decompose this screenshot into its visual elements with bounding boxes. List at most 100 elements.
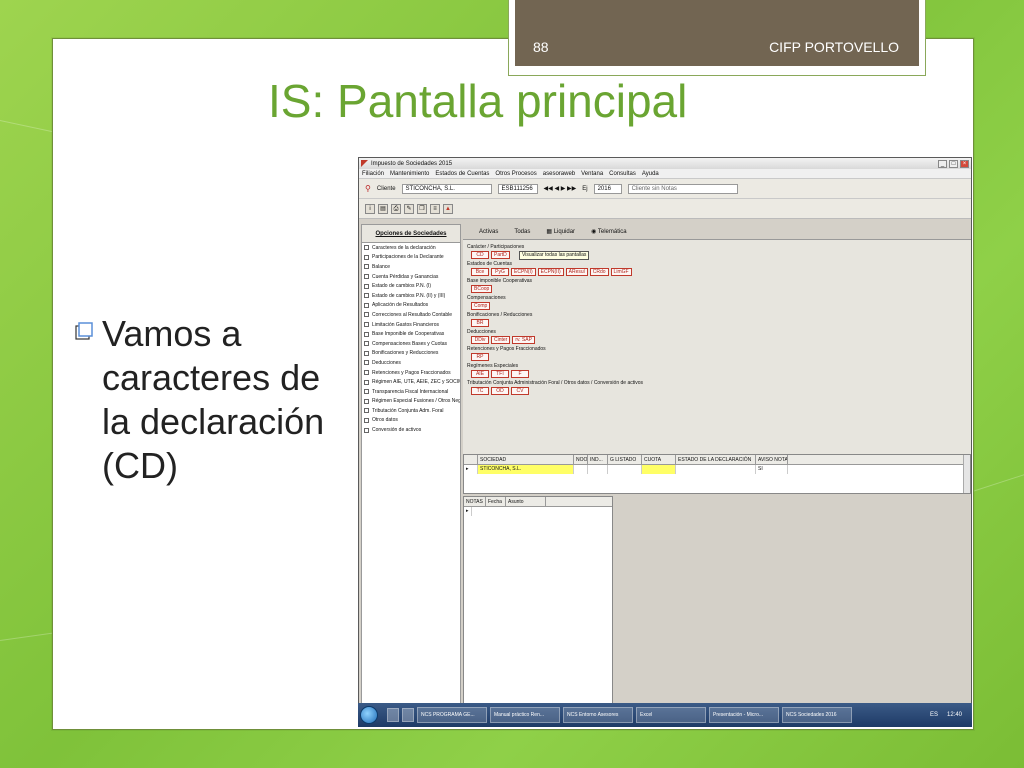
option-checkbox[interactable]	[364, 254, 369, 260]
screen-button[interactable]: DDiv	[471, 336, 489, 344]
option-checkbox[interactable]	[364, 389, 369, 395]
menu-item[interactable]: asesoraweb	[543, 171, 575, 177]
option-checkbox[interactable]	[364, 398, 369, 404]
option-checkbox[interactable]	[364, 312, 369, 318]
option-item[interactable]: Conversión de activos	[362, 425, 460, 435]
grid-scrollbar[interactable]	[963, 455, 970, 493]
option-item[interactable]: Bonificaciones y Reducciones	[362, 349, 460, 359]
option-item[interactable]: Caracteres de la declaración	[362, 243, 460, 253]
option-checkbox[interactable]	[364, 360, 369, 366]
option-item[interactable]: Cuenta Pérdidas y Ganancias	[362, 272, 460, 282]
screen-button[interactable]: TFI	[491, 370, 509, 378]
option-item[interactable]: Tributación Conjunta Adm. Foral	[362, 406, 460, 416]
option-checkbox[interactable]	[364, 379, 369, 385]
table-row[interactable]: ▸ STICONCHA, S.L. SI	[464, 465, 970, 474]
screen-button[interactable]: ECPN(II)	[537, 268, 564, 276]
tab-todas[interactable]: Todas	[514, 229, 530, 235]
option-checkbox[interactable]	[364, 245, 369, 251]
maximize-button[interactable]: □	[949, 159, 958, 168]
menu-item[interactable]: Otros Procesos	[495, 171, 536, 177]
screen-button[interactable]: rv. SAP	[512, 336, 535, 344]
menu-item[interactable]: Ventana	[581, 171, 603, 177]
menu-item[interactable]: Ayuda	[642, 171, 659, 177]
taskbar-item[interactable]: NCS Entorno Asesores	[563, 707, 633, 723]
year-field[interactable]: 2016	[593, 183, 622, 194]
client-label[interactable]: Cliente	[377, 186, 396, 192]
list-icon[interactable]: ≡	[430, 203, 440, 214]
liquidar-button[interactable]: ▦ Liquidar	[546, 228, 575, 235]
clock[interactable]: 12:40	[947, 712, 972, 718]
option-item[interactable]: Régimen Especial Fusiones / Otros Negoci…	[362, 397, 460, 407]
telematica-button[interactable]: ◉ Telemática	[591, 228, 626, 235]
option-item[interactable]: Balance	[362, 262, 460, 272]
screen-button[interactable]: PyG	[491, 268, 509, 276]
start-button[interactable]	[360, 706, 378, 724]
menu-item[interactable]: Mantenimiento	[390, 171, 429, 177]
screen-button[interactable]: TC	[471, 387, 489, 395]
option-item[interactable]: Otros datos	[362, 416, 460, 426]
grid-column-header[interactable]: CUOTA	[642, 455, 676, 464]
option-checkbox[interactable]	[364, 408, 369, 414]
option-checkbox[interactable]	[364, 427, 369, 433]
option-checkbox[interactable]	[364, 331, 369, 337]
client-name-field[interactable]: STICONCHA, S.L.	[401, 183, 492, 194]
grid-column-header[interactable]: SOCIEDAD	[478, 455, 574, 464]
option-item[interactable]: Compensaciones Bases y Cuotas	[362, 339, 460, 349]
screen-button[interactable]: Comp	[471, 302, 491, 310]
option-item[interactable]: Participaciones de la Declarante	[362, 253, 460, 263]
option-checkbox[interactable]	[364, 341, 369, 347]
option-checkbox[interactable]	[364, 322, 369, 328]
option-item[interactable]: Aplicación de Resultados	[362, 301, 460, 311]
nif-field[interactable]: ESB111256	[497, 183, 538, 194]
taskbar-item[interactable]: NCS PROGRAMA GE...	[417, 707, 487, 723]
copy-icon[interactable]: ❐	[417, 203, 427, 214]
option-item[interactable]: Transparencia Fiscal Internacional	[362, 387, 460, 397]
notes-grid-row[interactable]: ▸	[464, 507, 612, 516]
explorer-icon[interactable]	[387, 708, 399, 722]
option-item[interactable]: Retenciones y Pagos Fraccionados	[362, 368, 460, 378]
edit-icon[interactable]: ✎	[404, 203, 414, 214]
menu-item[interactable]: Consultas	[609, 171, 636, 177]
screen-button[interactable]: BR	[471, 319, 489, 327]
screen-button[interactable]: CRdo	[589, 268, 609, 276]
option-item[interactable]: Estado de cambios P.N. (II) y (III)	[362, 291, 460, 301]
option-checkbox[interactable]	[364, 283, 369, 289]
alert-icon[interactable]: ▲	[443, 203, 453, 214]
print-icon[interactable]: ⎙	[391, 203, 401, 214]
option-checkbox[interactable]	[364, 274, 369, 280]
option-item[interactable]: Estado de cambios P.N. (I)	[362, 281, 460, 291]
screen-button[interactable]: ECPN(I)	[511, 268, 536, 276]
notes-column-header[interactable]: Fecha	[486, 497, 506, 506]
screen-button[interactable]: CD	[471, 251, 489, 259]
notes-column-header[interactable]: Asunto	[506, 497, 546, 506]
option-item[interactable]: Correcciones al Resultado Contable	[362, 310, 460, 320]
menu-item[interactable]: Estados de Cuentas	[435, 171, 489, 177]
option-checkbox[interactable]	[364, 370, 369, 376]
taskbar-item[interactable]: NCS Sociedades 2016	[782, 707, 852, 723]
screen-button[interactable]: RP	[471, 353, 489, 361]
option-checkbox[interactable]	[364, 417, 369, 423]
option-item[interactable]: Limitación Gastos Financieros	[362, 320, 460, 330]
taskbar-item[interactable]: Presentación - Micro...	[709, 707, 779, 723]
language-indicator[interactable]: ES	[930, 712, 944, 718]
taskbar-item[interactable]: Manual práctico Ren...	[490, 707, 560, 723]
option-item[interactable]: Régimen AIE, UTE, AEIE, ZEC y SOCIMI	[362, 377, 460, 387]
screen-button[interactable]: Cinter	[491, 336, 511, 344]
taskbar-item[interactable]: Excel	[636, 707, 706, 723]
screen-button[interactable]: LimGF	[610, 268, 632, 276]
minimize-button[interactable]: _	[938, 159, 947, 168]
option-item[interactable]: Deducciones	[362, 358, 460, 368]
option-checkbox[interactable]	[364, 264, 369, 270]
screen-button[interactable]: CV	[511, 387, 529, 395]
screen-button[interactable]: BCoop	[471, 285, 493, 293]
screen-button[interactable]: Bce	[471, 268, 489, 276]
grid-column-header[interactable]: NOO	[574, 455, 588, 464]
tab-activas[interactable]: Activas	[479, 229, 498, 235]
screen-button[interactable]: OD	[491, 387, 509, 395]
screen-button[interactable]: PartD	[491, 251, 510, 259]
option-checkbox[interactable]	[364, 293, 369, 299]
screen-button[interactable]: AIE	[471, 370, 489, 378]
media-icon[interactable]	[402, 708, 414, 722]
grid-column-header[interactable]: IND...	[588, 455, 608, 464]
screen-button[interactable]: AResul	[565, 268, 588, 276]
